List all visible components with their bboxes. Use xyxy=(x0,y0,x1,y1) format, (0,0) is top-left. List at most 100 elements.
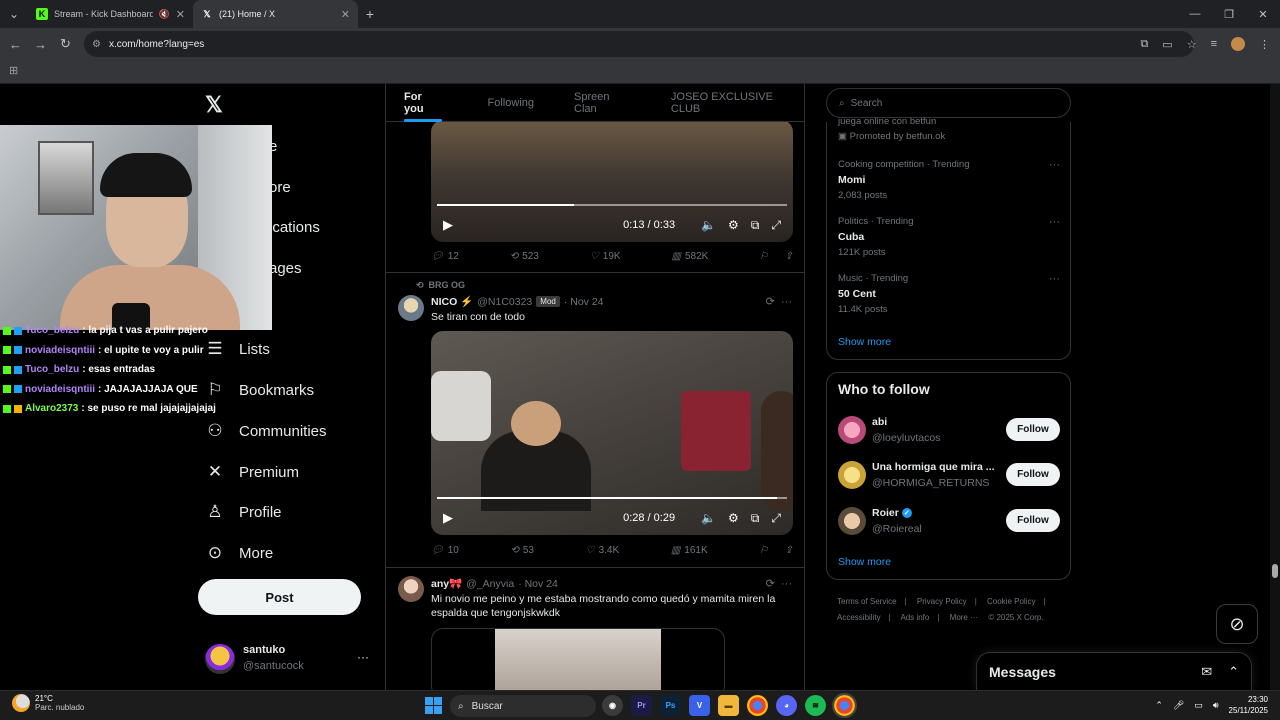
tweet-author-handle[interactable]: @_Anyvia xyxy=(466,578,514,590)
reply-button[interactable]: 💬︎ 10 xyxy=(431,545,459,556)
tweet-more-icon[interactable]: ⟳ ··· xyxy=(766,295,792,308)
search-input[interactable]: ⌕ Search xyxy=(826,88,1071,118)
tweet-date[interactable]: · Nov 24 xyxy=(518,578,558,590)
photoshop-app-icon[interactable]: Ps xyxy=(660,695,681,716)
who-item[interactable]: Roier ✓ @Roiereal Follow xyxy=(838,507,1060,541)
volume-icon[interactable]: 🔊︎ xyxy=(1213,700,1219,711)
avatar[interactable] xyxy=(398,295,424,321)
sidebar-item-more[interactable]: ⊙ More xyxy=(205,538,273,568)
back-icon[interactable]: ← xyxy=(3,37,28,52)
x-logo-icon[interactable]: 𝕏 xyxy=(205,92,223,118)
menu-kebab-icon[interactable]: ⋮ xyxy=(1259,38,1270,51)
avatar[interactable] xyxy=(838,461,866,489)
close-window-icon[interactable]: ✕ xyxy=(1246,0,1280,28)
address-bar[interactable]: ⚙ x.com/home?lang=es xyxy=(84,31,1194,57)
page-scrollbar[interactable] xyxy=(1270,84,1280,690)
trend-more-icon[interactable]: ··· xyxy=(1049,273,1060,285)
who-item[interactable]: Una hormiga que mira ... @HORMIGA_RETURN… xyxy=(838,461,1060,495)
footer-link[interactable]: Privacy Policy xyxy=(917,597,967,606)
show-more-follow-link[interactable]: Show more xyxy=(838,556,891,568)
volume-icon[interactable]: 🔈 xyxy=(701,218,716,232)
muted-icon[interactable]: 🔇 xyxy=(159,9,170,20)
bookmark-icon[interactable]: ⚐ xyxy=(759,545,768,556)
tab-following[interactable]: Following xyxy=(452,84,544,122)
microphone-icon[interactable]: 🎤︎ xyxy=(1173,700,1184,711)
sidebar-item-bookmarks[interactable]: ⚐ Bookmarks xyxy=(205,375,314,405)
volume-icon[interactable]: 🔈 xyxy=(701,511,716,525)
tab-joseo-exclusive-club[interactable]: JOSEO EXCLUSIVE CLUB xyxy=(641,84,804,122)
chrome-app-icon[interactable] xyxy=(747,695,768,716)
tab-x-home[interactable]: 𝕏 (21) Home / X ✕ xyxy=(193,0,358,28)
follow-button[interactable]: Follow xyxy=(1006,509,1060,532)
cast-icon[interactable]: ▭ xyxy=(1162,38,1172,51)
share-icon[interactable]: ⇪ xyxy=(785,545,793,556)
tweet-date[interactable]: · Nov 24 xyxy=(564,296,604,308)
repost-button[interactable]: ⟲ 53 xyxy=(510,545,534,556)
settings-icon[interactable]: ⚙ xyxy=(728,511,739,525)
reposted-by[interactable]: ⟲ BRG OG xyxy=(416,280,465,291)
bookmark-star-icon[interactable]: ☆ xyxy=(1187,38,1197,51)
file-explorer-icon[interactable]: ▬ xyxy=(718,695,739,716)
settings-icon[interactable]: ⚙ xyxy=(728,218,739,232)
start-button-icon[interactable] xyxy=(425,697,442,714)
footer-link[interactable]: Cookie Policy xyxy=(987,597,1035,606)
video-progress-bar[interactable] xyxy=(437,204,787,206)
close-tab-icon[interactable]: ✕ xyxy=(341,8,350,21)
tweet-author-name[interactable]: any🎀 xyxy=(431,577,462,590)
footer-link[interactable]: Ads info xyxy=(900,613,929,622)
forward-icon[interactable]: → xyxy=(28,37,53,52)
site-info-icon[interactable]: ⚙ xyxy=(92,39,101,50)
apps-grid-icon[interactable]: ⊞ xyxy=(9,64,18,77)
trend-item[interactable]: Music · Trending 50 Cent 11.4K posts ··· xyxy=(838,273,1060,315)
tab-kick-dashboard[interactable]: K Stream - Kick Dashboard 🔇 ✕ xyxy=(28,0,193,28)
minimize-icon[interactable]: — xyxy=(1178,0,1212,28)
vegas-app-icon[interactable]: V xyxy=(689,695,710,716)
tweet-image[interactable] xyxy=(431,628,725,690)
close-tab-icon[interactable]: ✕ xyxy=(176,8,185,21)
avatar[interactable] xyxy=(398,576,424,602)
views-button[interactable]: ▥ 582K xyxy=(672,251,709,262)
popout-icon[interactable]: ⧉ xyxy=(751,511,760,526)
clock[interactable]: 23:30 25/11/2025 xyxy=(1229,694,1268,716)
follow-button[interactable]: Follow xyxy=(1006,463,1060,486)
weather-widget[interactable]: 21°C Parc. nublado xyxy=(12,694,84,712)
chrome-active-app-icon[interactable] xyxy=(832,693,857,718)
messages-drawer[interactable]: Messages ✉ ⌃ xyxy=(976,652,1252,690)
grok-icon[interactable]: ⊘ xyxy=(1216,604,1258,644)
trend-more-icon[interactable]: ··· xyxy=(1049,159,1060,171)
expand-icon[interactable]: ⌃ xyxy=(1228,664,1239,680)
taskbar-search[interactable]: ⌕ Buscar xyxy=(450,695,596,717)
follow-button[interactable]: Follow xyxy=(1006,418,1060,441)
discord-app-icon[interactable]: ◕ xyxy=(776,695,797,716)
play-icon[interactable]: ▶ xyxy=(443,217,453,233)
obs-app-icon[interactable]: ◉ xyxy=(602,695,623,716)
views-button[interactable]: ▥ 161K xyxy=(671,545,708,556)
spotify-app-icon[interactable]: ≋ xyxy=(805,695,826,716)
trend-item[interactable]: Politics · Trending Cuba 121K posts ··· xyxy=(838,216,1060,258)
tweet-more-icon[interactable]: ⟳ ··· xyxy=(766,577,792,590)
tray-chevron-icon[interactable]: ⌃ xyxy=(1155,700,1163,711)
tweet-author-handle[interactable]: @N1C0323 xyxy=(477,296,532,308)
tab-spreen-clan[interactable]: Spreen Clan xyxy=(544,84,641,122)
tweet-video[interactable]: ▶ 0:13 / 0:33 🔈 ⚙ ⧉ ⤢ xyxy=(431,120,793,242)
reply-button[interactable]: 💬︎ 12 xyxy=(431,251,459,262)
show-more-trends-link[interactable]: Show more xyxy=(838,336,891,348)
media-icon[interactable]: ≡ xyxy=(1211,38,1217,50)
fullscreen-icon[interactable]: ⤢ xyxy=(771,511,781,526)
scrollbar-thumb[interactable] xyxy=(1272,564,1278,578)
tab-search-icon[interactable]: ⌄ xyxy=(0,0,28,28)
tweet-author-name[interactable]: NICO ⚡ xyxy=(431,295,473,308)
premiere-app-icon[interactable]: Pr xyxy=(631,695,652,716)
share-icon[interactable]: ⇪ xyxy=(785,251,793,262)
sidebar-item-profile[interactable]: ♙ Profile xyxy=(205,497,281,527)
account-switcher[interactable]: santuko @santucock ··· xyxy=(205,640,375,680)
network-icon[interactable]: ▭ xyxy=(1194,700,1203,711)
tweet-video[interactable]: ▶ 0:28 / 0:29 🔈 ⚙ ⧉ ⤢ xyxy=(431,331,793,535)
new-message-icon[interactable]: ✉ xyxy=(1201,664,1212,680)
footer-link[interactable]: Terms of Service xyxy=(837,597,897,606)
popout-icon[interactable]: ⧉ xyxy=(751,218,760,233)
avatar[interactable] xyxy=(838,416,866,444)
play-icon[interactable]: ▶ xyxy=(443,510,453,526)
who-item[interactable]: abi @loeyluvtacos Follow xyxy=(838,416,1060,450)
like-button[interactable]: ♡ 19K xyxy=(590,251,621,262)
